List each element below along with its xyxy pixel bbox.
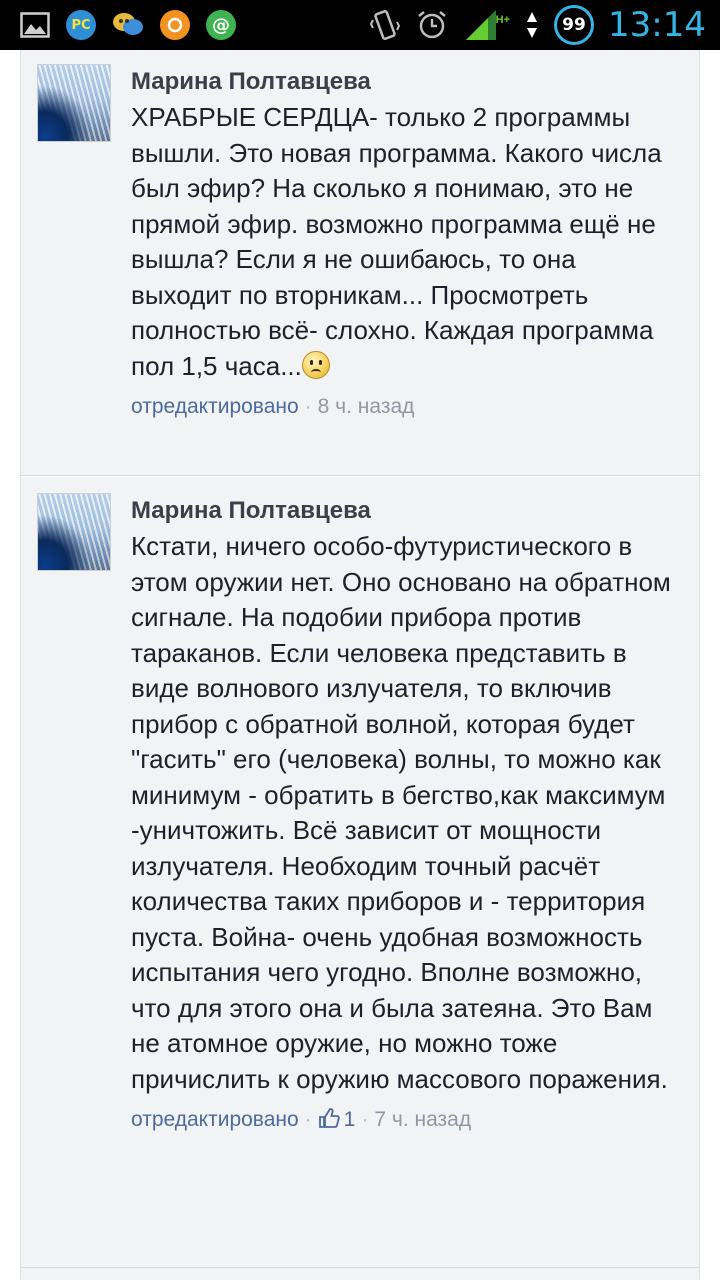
- comments-feed[interactable]: Марина Полтавцева ХРАБРЫЕ СЕРДЦА- только…: [20, 50, 700, 1280]
- data-activity-icon: [526, 10, 538, 40]
- battery-icon: 99: [554, 5, 595, 45]
- comment-author[interactable]: Марина Полтавцева: [131, 493, 683, 529]
- like-count: 1: [343, 1108, 356, 1131]
- comment-text-body: ХРАБРЫЕ СЕРДЦА- только 2 программы вышли…: [131, 102, 662, 381]
- meta-separator: ·: [361, 1108, 369, 1131]
- clock: 13:14: [608, 5, 706, 45]
- status-bar: PC @ H+ 99 13:14: [0, 0, 720, 50]
- edited-label[interactable]: отредактировано: [131, 1108, 299, 1131]
- comment-content: Марина Полтавцева Кстати, ничего особо-ф…: [131, 493, 683, 1137]
- system-icons: H+ 99 13:14: [354, 0, 706, 50]
- messenger-icon: [112, 11, 144, 39]
- comment-text: Кстати, ничего особо-футуристического в …: [131, 531, 671, 1094]
- like-button[interactable]: 1: [318, 1108, 356, 1131]
- network-type: H+: [495, 14, 511, 26]
- comment-meta: отредактировано · 1 · 7 ч. назад: [131, 1103, 683, 1137]
- avatar[interactable]: [37, 493, 111, 571]
- meta-separator: ·: [304, 395, 312, 418]
- comment-time: 7 ч. назад: [374, 1108, 472, 1131]
- vibrate-icon: [369, 8, 400, 42]
- comment-text: ХРАБРЫЕ СЕРДЦА- только 2 программы вышли…: [131, 100, 683, 384]
- avatar[interactable]: [37, 64, 111, 142]
- gallery-icon: [20, 12, 50, 38]
- notification-icons: PC @: [20, 0, 252, 50]
- mail-at-icon: @: [206, 10, 236, 40]
- comment-time: 8 ч. назад: [317, 395, 415, 418]
- thumbs-up-icon: [318, 1108, 340, 1128]
- signal-icon: H+: [464, 8, 510, 42]
- edited-label[interactable]: отредактировано: [131, 395, 299, 418]
- comment-meta: отредактировано · 8 ч. назад: [131, 390, 683, 424]
- comment-item[interactable]: Марина Полтавцева Кстати, ничего особо-ф…: [21, 476, 699, 1268]
- comment-content: Марина Полтавцева ХРАБРЫЕ СЕРДЦА- только…: [131, 64, 683, 424]
- odnoklassniki-icon: [160, 10, 190, 40]
- sad-face-icon: [301, 350, 330, 379]
- pc-app-icon: PC: [66, 10, 96, 40]
- meta-separator: ·: [304, 1108, 312, 1131]
- comment-author[interactable]: Марина Полтавцева: [131, 64, 683, 100]
- alarm-icon: [416, 9, 448, 41]
- comment-item[interactable]: Марина Полтавцева ХРАБРЫЕ СЕРДЦА- только…: [21, 50, 699, 476]
